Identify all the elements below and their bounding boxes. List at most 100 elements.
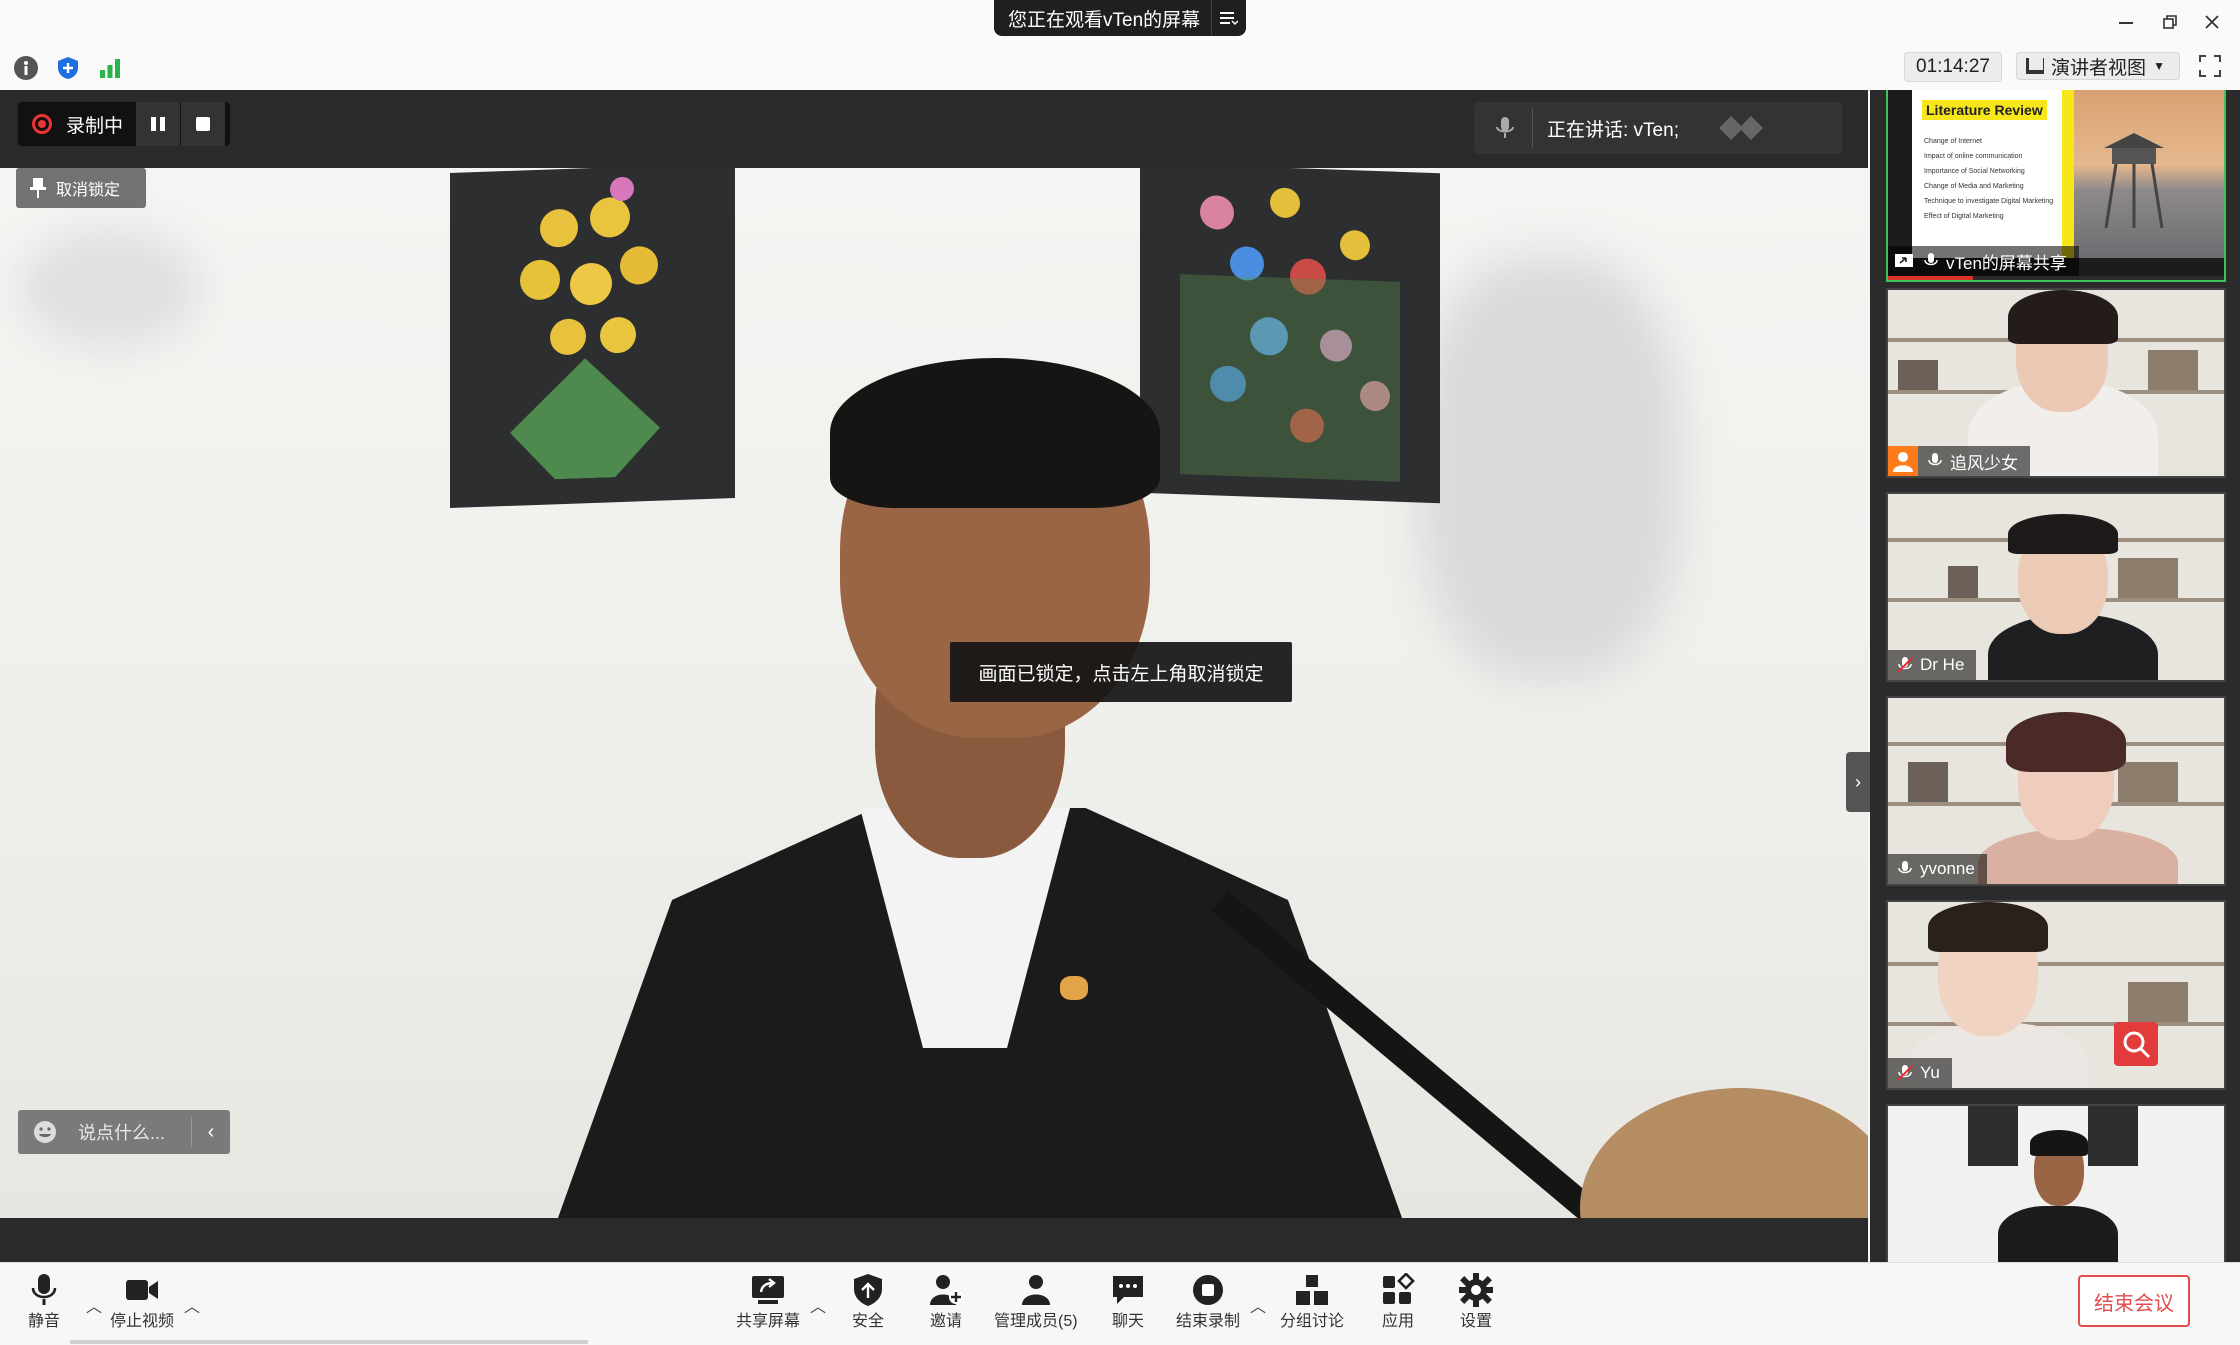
wall-painting-right <box>1140 168 1440 504</box>
participant-name: Dr He <box>1920 655 1965 674</box>
share-screen-icon <box>752 1276 784 1304</box>
fullscreen-icon[interactable] <box>2198 54 2222 78</box>
tile-participant[interactable]: Yu <box>1886 900 2226 1090</box>
participant-name: Yu <box>1920 1063 1940 1082</box>
chevron-left-icon[interactable]: ‹ <box>192 1121 230 1144</box>
search-icon <box>2114 1022 2158 1066</box>
participant-name: 追风少女 <box>1950 453 2018 473</box>
mute-button[interactable]: 静音 <box>26 1273 62 1331</box>
speaking-label: 正在讲话: vTen; <box>1547 119 1679 141</box>
screen-locked-tooltip: 画面已锁定，点击左上角取消锁定 <box>950 642 1292 702</box>
close-icon[interactable] <box>2198 8 2226 36</box>
instrument-body <box>1580 1088 1868 1218</box>
chevron-up-icon[interactable]: ︿ <box>184 1293 200 1317</box>
mute-label: 静音 <box>27 1313 60 1330</box>
tile-participant[interactable] <box>1886 1104 2226 1262</box>
chevron-up-icon[interactable]: ︿ <box>86 1293 102 1317</box>
tile-name-tag: 追风少女 <box>1888 446 2030 476</box>
horizontal-scrollbar[interactable] <box>70 1340 588 1344</box>
video-camera-icon <box>126 1280 158 1300</box>
tile-name-tag: Dr He <box>1888 650 1977 680</box>
collapse-gallery-button[interactable]: › <box>1846 752 1870 812</box>
restore-icon[interactable] <box>2156 8 2184 36</box>
microphone-icon <box>31 1274 57 1305</box>
stop-recording-button[interactable] <box>181 102 225 146</box>
main-stage: 录制中 取消锁定 正在讲话: vTen; 画面已锁定，点击左上角取消锁定 说点什… <box>0 90 1870 1262</box>
share-banner-text: 您正在观看vTen的屏幕 <box>1008 9 1201 31</box>
stop-video-button[interactable]: 停止视频 <box>110 1273 174 1331</box>
tile-participant[interactable]: Dr He <box>1886 492 2226 682</box>
pause-recording-button[interactable] <box>136 102 180 146</box>
slide-image <box>2074 90 2224 258</box>
recording-icon <box>32 114 52 134</box>
settings-label: 设置 <box>1459 1313 1492 1330</box>
microphone-icon <box>1928 453 1942 466</box>
reaction-placeholder: 说点什么... <box>78 1123 166 1143</box>
end-recording-button[interactable]: 结束录制 <box>1176 1273 1240 1331</box>
chat-icon <box>1113 1276 1143 1304</box>
participant-name: vTen的屏幕共享 <box>1946 253 2067 273</box>
gear-icon <box>1459 1273 1493 1307</box>
microphone-muted-icon <box>1897 657 1913 673</box>
participant-gallery: Literature Review Change of Internet Imp… <box>1870 90 2240 1262</box>
apps-icon <box>1383 1273 1415 1304</box>
view-mode-label: 演讲者视图 <box>2051 57 2147 79</box>
shield-icon[interactable] <box>56 56 80 80</box>
slide-title: Literature Review <box>1922 100 2047 120</box>
pause-icon <box>151 117 165 131</box>
active-speaker-video[interactable] <box>0 168 1868 1218</box>
security-label: 安全 <box>851 1313 884 1330</box>
reaction-input[interactable]: 说点什么... ‹ <box>18 1110 230 1154</box>
tile-participant[interactable]: yvonne <box>1886 696 2226 886</box>
settings-button[interactable]: 设置 <box>1458 1273 1494 1331</box>
tile-participant[interactable]: 追风少女 <box>1886 288 2226 478</box>
end-meeting-button[interactable]: 结束会议 <box>2078 1275 2190 1327</box>
pin-icon <box>30 178 46 198</box>
microphone-muted-icon <box>1897 1065 1913 1081</box>
speaker-hair <box>830 358 1160 508</box>
breakout-rooms-button[interactable]: 分组讨论 <box>1280 1273 1344 1331</box>
stop-icon <box>196 117 210 131</box>
invite-button[interactable]: 邀请 <box>928 1273 964 1331</box>
share-screen-label: 共享屏幕 <box>736 1313 801 1330</box>
participant-name: yvonne <box>1920 859 1975 878</box>
minimize-icon[interactable] <box>2112 8 2140 36</box>
emoji-icon[interactable] <box>32 1119 58 1145</box>
apps-button[interactable]: 应用 <box>1380 1273 1416 1331</box>
stop-video-label: 停止视频 <box>110 1313 175 1330</box>
network-signal-icon[interactable] <box>98 56 122 80</box>
speaker-view-icon <box>2026 58 2044 74</box>
recording-panel: 录制中 <box>18 102 230 146</box>
active-speaker-indicator: 正在讲话: vTen; <box>1474 102 1842 154</box>
microphone-icon <box>1924 253 1938 266</box>
apps-label: 应用 <box>1381 1313 1414 1330</box>
menu-icon[interactable] <box>1211 0 1246 36</box>
wall-shadow <box>1420 258 1680 678</box>
view-mode-dropdown[interactable]: 演讲者视图 ▼ <box>2016 52 2180 80</box>
breakout-rooms-icon <box>1296 1275 1328 1305</box>
microphone-icon <box>1496 117 1514 138</box>
stop-recording-icon <box>1193 1275 1223 1305</box>
recording-label: 录制中 <box>66 115 124 137</box>
chat-button[interactable]: 聊天 <box>1110 1273 1146 1331</box>
share-screen-button[interactable]: 共享屏幕 <box>736 1273 800 1331</box>
chat-label: 聊天 <box>1111 1313 1144 1330</box>
shield-icon <box>854 1274 882 1306</box>
chevron-up-icon[interactable]: ︿ <box>810 1293 826 1317</box>
meeting-timer: 01:14:27 <box>1904 52 2002 82</box>
wall-shadow <box>20 228 200 348</box>
unpin-button[interactable]: 取消锁定 <box>16 168 146 208</box>
manage-members-button[interactable]: 管理成员(5) <box>994 1273 1078 1331</box>
lapel-pin <box>1060 976 1088 1000</box>
tile-screen-share[interactable]: Literature Review Change of Internet Imp… <box>1886 90 2226 282</box>
slide-bullets: Change of Internet Impact of online comm… <box>1924 138 2054 220</box>
screen-share-banner[interactable]: 您正在观看vTen的屏幕 <box>994 0 1246 36</box>
add-user-icon <box>930 1275 963 1305</box>
tile-name-tag: yvonne <box>1888 854 1987 884</box>
security-button[interactable]: 安全 <box>850 1273 886 1331</box>
members-icon <box>1021 1275 1050 1305</box>
screen-share-icon <box>1895 254 1913 267</box>
info-icon[interactable] <box>14 56 38 80</box>
tile-name-tag: Yu <box>1888 1058 1952 1088</box>
chevron-up-icon[interactable]: ︿ <box>1250 1293 1266 1317</box>
